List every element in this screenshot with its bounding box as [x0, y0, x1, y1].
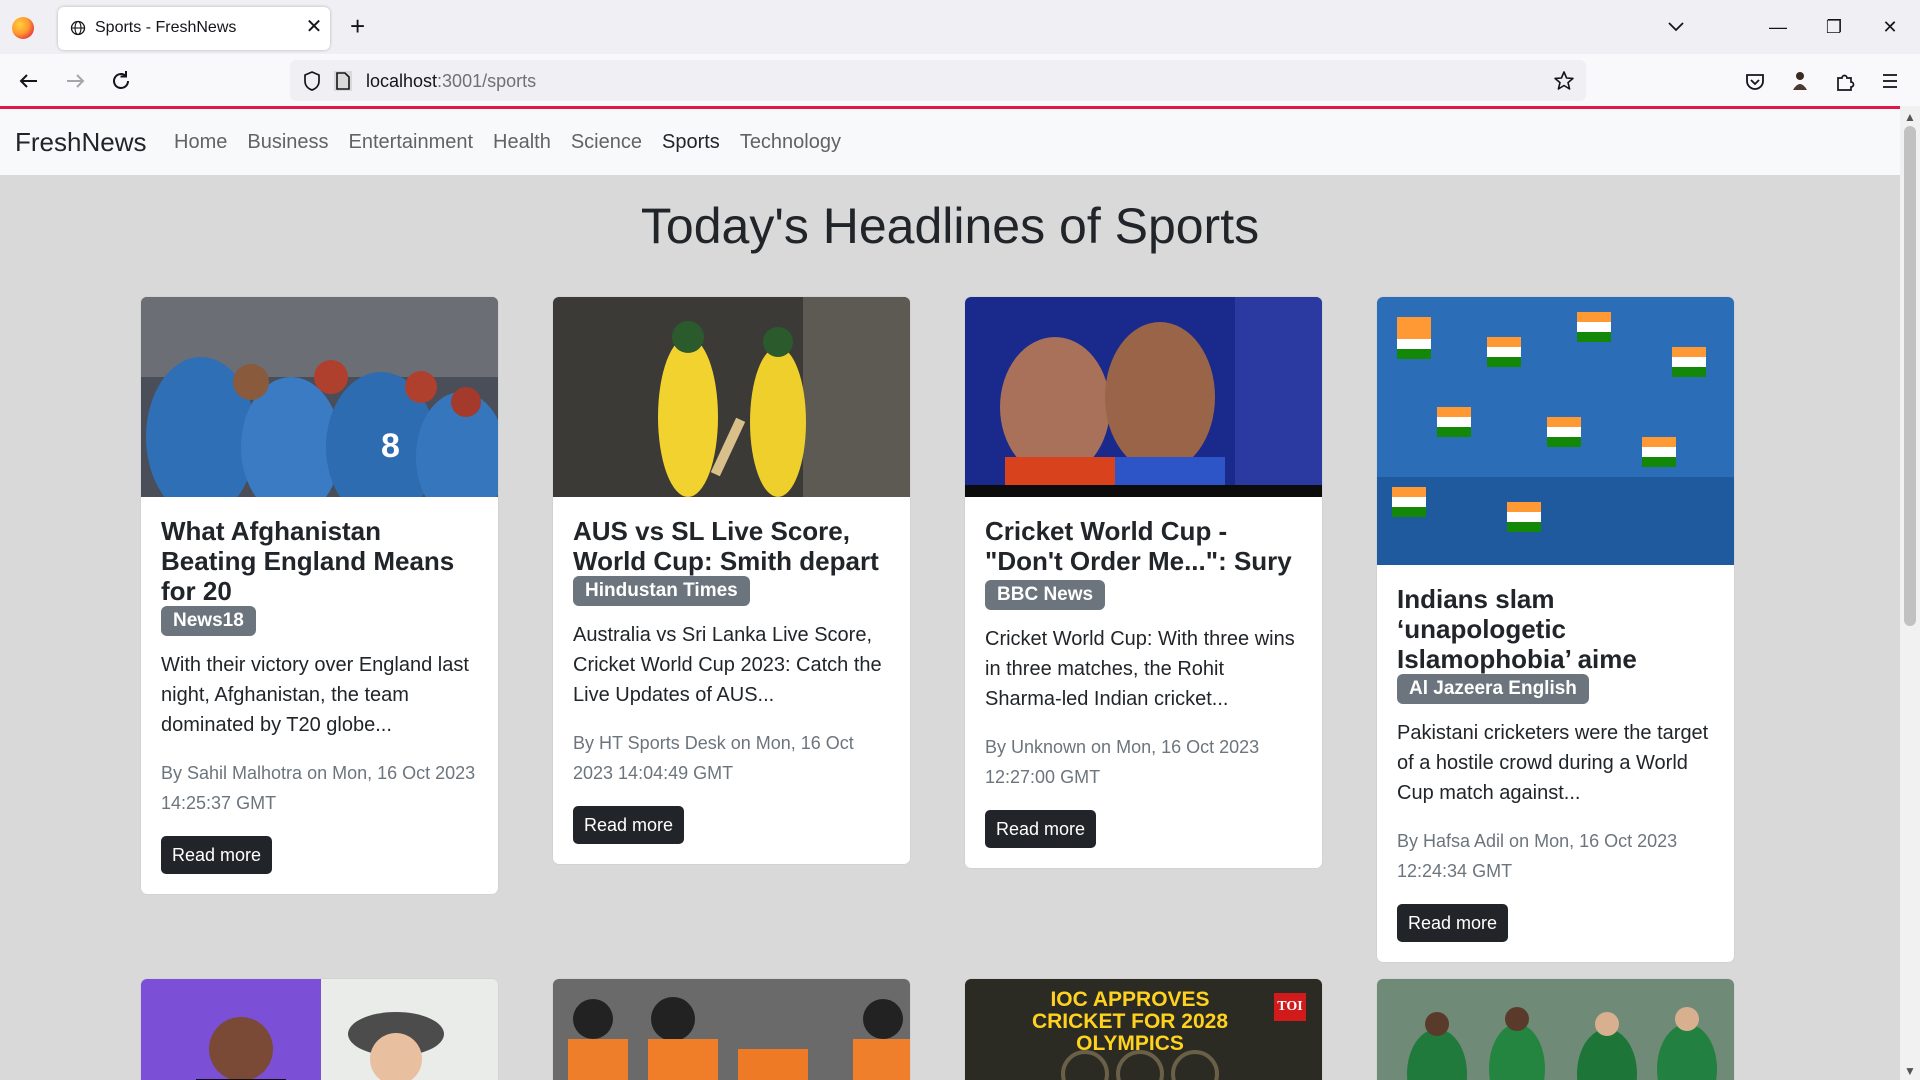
article-byline: By HT Sports Desk on Mon, 16 Oct 2023 14…: [573, 733, 854, 783]
article-title-text: Cricket World Cup - "Don't Order Me...":…: [985, 516, 1292, 576]
article-image: 8: [141, 297, 498, 497]
news-card: AUS vs SL Live Score, World Cup: Smith d…: [553, 297, 910, 864]
reload-icon[interactable]: [106, 66, 136, 96]
card-body: AUS vs SL Live Score, World Cup: Smith d…: [553, 497, 910, 864]
article-title: What Afghanistan Beating England Means f…: [161, 516, 455, 606]
news-card: Cricket World Cup - "Don't Order Me...":…: [965, 297, 1322, 868]
forward-arrow-icon[interactable]: [60, 66, 90, 96]
pocket-icon[interactable]: [1740, 66, 1770, 96]
source-badge: Al Jazeera English: [1397, 674, 1589, 704]
svg-text:8: 8: [381, 427, 400, 465]
tracking-protection-shield-icon[interactable]: [302, 70, 322, 92]
news-card: IOC APPROVES CRICKET FOR 2028 OLYMPICS T…: [965, 979, 1322, 1080]
article-byline: By Hafsa Adil on Mon, 16 Oct 2023 12:24:…: [1397, 831, 1678, 881]
news-card: [141, 979, 498, 1080]
extensions-puzzle-icon[interactable]: [1830, 66, 1860, 96]
article-image: [1377, 297, 1734, 565]
source-badge: News18: [161, 606, 256, 636]
source-badge: BBC News: [985, 580, 1106, 610]
article-image: [1377, 979, 1734, 1080]
tab-title: Sports - FreshNews: [95, 19, 237, 36]
nav-link-sports[interactable]: Sports: [652, 131, 730, 154]
brand-logo[interactable]: FreshNews: [15, 127, 146, 158]
page-viewport: FreshNews Home Business Entertainment He…: [0, 109, 1900, 1080]
article-description: Pakistani cricketers were the target of …: [1397, 722, 1709, 804]
card-body: Cricket World Cup - "Don't Order Me...":…: [965, 497, 1322, 868]
nav-links: Home Business Entertainment Health Scien…: [164, 131, 851, 154]
firefox-logo-icon: [12, 17, 34, 39]
page-heading: Today's Headlines of Sports: [640, 198, 1260, 254]
toi-badge: TOI: [1274, 993, 1306, 1021]
source-badge: Hindustan Times: [573, 576, 750, 606]
read-more-button[interactable]: Read more: [985, 810, 1097, 848]
account-avatar-icon[interactable]: [1785, 66, 1815, 96]
article-description: Cricket World Cup: With three wins in th…: [985, 628, 1295, 710]
browser-tab-active[interactable]: Sports - FreshNews ✕: [58, 7, 330, 50]
scroll-down-arrow-icon[interactable]: ▼: [1904, 1064, 1916, 1078]
article-title: AUS vs SL Live Score, World Cup: Smith d…: [573, 516, 879, 576]
back-arrow-icon[interactable]: [14, 66, 44, 96]
card-body: Indians slam ‘unapologetic Islamophobia’…: [1377, 565, 1734, 962]
nav-link-health[interactable]: Health: [483, 131, 561, 154]
news-card: [553, 979, 910, 1080]
read-more-button[interactable]: Read more: [161, 836, 273, 874]
nav-link-business[interactable]: Business: [237, 131, 338, 154]
read-more-button[interactable]: Read more: [573, 806, 685, 844]
nav-link-science[interactable]: Science: [561, 131, 652, 154]
browser-tab-bar: Sports - FreshNews ✕ + — ❐ ✕: [0, 0, 1920, 54]
close-tab-icon[interactable]: ✕: [303, 16, 325, 38]
article-image: [553, 297, 910, 497]
page-scrollbar[interactable]: ▲ ▼: [1900, 106, 1920, 1080]
article-description: With their victory over England last nig…: [161, 654, 469, 736]
article-title: Indians slam ‘unapologetic Islamophobia’…: [1397, 584, 1637, 674]
article-image: [965, 297, 1322, 497]
news-card: Indians slam ‘unapologetic Islamophobia’…: [1377, 297, 1734, 962]
article-title: Cricket World Cup - "Don't Order Me...":…: [985, 516, 1302, 610]
url-text: localhost:3001/sports: [366, 71, 537, 91]
read-more-button[interactable]: Read more: [1397, 904, 1509, 942]
list-all-tabs-icon[interactable]: [1664, 14, 1688, 38]
olympics-image-headline: IOC APPROVES CRICKET FOR 2028 OLYMPICS: [1031, 988, 1229, 1055]
new-tab-button[interactable]: +: [350, 13, 365, 39]
news-card: [1377, 979, 1734, 1080]
globe-icon: [70, 20, 86, 36]
app-navbar: FreshNews Home Business Entertainment He…: [0, 109, 1900, 175]
bookmark-star-icon[interactable]: [1552, 69, 1576, 93]
nav-link-home[interactable]: Home: [164, 131, 237, 154]
article-byline: By Sahil Malhotra on Mon, 16 Oct 2023 14…: [161, 763, 476, 813]
restore-window-button[interactable]: ❐: [1806, 0, 1862, 54]
scroll-up-arrow-icon[interactable]: ▲: [1904, 110, 1916, 124]
close-window-button[interactable]: ✕: [1862, 0, 1918, 54]
news-card: 8 What Afghanistan Beating England Means…: [141, 297, 498, 894]
page-info-icon[interactable]: [334, 71, 352, 91]
scrollbar-thumb[interactable]: [1904, 126, 1916, 626]
card-body: What Afghanistan Beating England Means f…: [141, 497, 498, 894]
app-menu-hamburger-icon[interactable]: [1875, 66, 1905, 96]
article-image: IOC APPROVES CRICKET FOR 2028 OLYMPICS T…: [965, 979, 1322, 1080]
nav-link-entertainment[interactable]: Entertainment: [339, 131, 484, 154]
address-bar[interactable]: localhost:3001/sports: [290, 60, 1586, 101]
article-image: [553, 979, 910, 1080]
article-byline: By Unknown on Mon, 16 Oct 2023 12:27:00 …: [985, 737, 1260, 787]
minimize-window-button[interactable]: —: [1750, 0, 1806, 54]
article-image: [141, 979, 498, 1080]
article-description: Australia vs Sri Lanka Live Score, Crick…: [573, 624, 882, 706]
nav-link-technology[interactable]: Technology: [730, 131, 851, 154]
